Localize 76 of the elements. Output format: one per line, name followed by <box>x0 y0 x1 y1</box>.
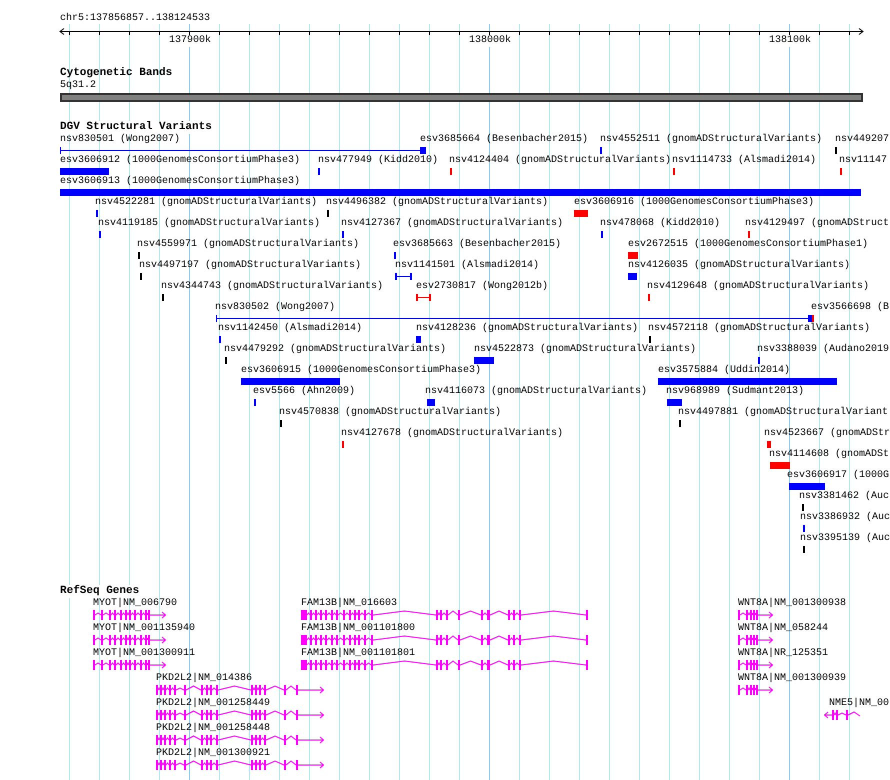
variant-label: esv2672515 (1000GenomesConsortiumPhase1) <box>628 239 868 251</box>
variant-label: nsv1142450 (Alsmadi2014) <box>218 323 362 335</box>
variant-label: esv5566 (Ahn2009) <box>253 386 356 398</box>
variant-label: nsv4572118 (gnomADStructuralVariants) <box>648 323 870 335</box>
gene-label: PKD2L2|NM_001258448 <box>156 723 270 735</box>
variant-label: esv3606917 (1000G <box>787 470 890 482</box>
ruler-tick-label: 138100k <box>769 35 811 47</box>
variant-label: nsv830501 (Wong2007) <box>60 134 180 146</box>
variant-label: nsv4479292 (gnomADStructuralVariants) <box>224 344 446 356</box>
variant-label: nsv4559971 (gnomADStructuralVariants) <box>137 239 360 251</box>
band-label: 5q31.2 <box>60 80 96 92</box>
variant-label: esv3685664 (Besenbacher2015) <box>420 134 588 146</box>
variant-label: esv3606915 (1000GenomesConsortiumPhase3) <box>241 365 482 377</box>
variant-label: nsv4552511 (gnomADStructuralVariants) <box>600 134 822 146</box>
variant-label: nsv830502 (Wong2007) <box>215 302 336 314</box>
variant-label: esv2730817 (Wong2012b) <box>416 281 548 293</box>
variant-label: nsv4126035 (gnomADStructuralVariants) <box>628 260 850 272</box>
gene-label: WNT8A|NM_001300938 <box>738 598 846 610</box>
location-label: chr5:137856857..138124533 <box>60 13 210 25</box>
gene-label: PKD2L2|NM_001258449 <box>156 698 270 710</box>
variant-label: nsv4344743 (gnomADStructuralVariants) <box>161 281 384 293</box>
gene-label: FAM13B|NM_001101801 <box>301 648 416 660</box>
variant-label: nsv1141501 (Alsmadi2014) <box>395 260 540 272</box>
variant-label: nsv4127367 (gnomADStructuralVariants) <box>341 218 564 230</box>
variant-label: nsv477949 (Kidd2010) <box>318 155 438 167</box>
ruler-tick-label: 138000k <box>469 35 511 47</box>
track-title: Cytogenetic Bands <box>60 67 172 80</box>
variant-label: nsv4497197 (gnomADStructuralVariants) <box>139 260 362 272</box>
gene-label: WNT8A|NM_058244 <box>738 623 828 635</box>
gene-label: PKD2L2|NM_001300921 <box>156 748 270 760</box>
variant-label: esv3685663 (Besenbacher2015) <box>393 239 562 251</box>
variant-label: nsv1114733 (Alsmadi2014) <box>672 155 816 167</box>
gene-model-drawing <box>738 685 773 695</box>
variant-label: nsv3395139 (Auc <box>800 533 890 545</box>
gene-label: FAM13B|NM_016603 <box>301 598 398 610</box>
variant-label: nsv4129497 (gnomADStruct <box>745 218 890 230</box>
variant-label: esv3606913 (1000GenomesConsortiumPhase3) <box>60 176 300 188</box>
variant-label: nsv3386932 (Auc <box>800 512 890 524</box>
variant-label: nsv4114608 (gnomADSt <box>769 449 890 461</box>
gene-label: PKD2L2|NM_014386 <box>156 673 252 685</box>
gene-label: NME5|NM_00 <box>829 698 890 710</box>
variant-label: nsv11147 <box>839 155 888 167</box>
variant-label: esv3606916 (1000GenomesConsortiumPhase3) <box>574 197 814 209</box>
variant-label: nsv4127678 (gnomADStructuralVariants) <box>341 428 564 440</box>
variant-label: nsv478068 (Kidd2010) <box>600 218 720 230</box>
variant-label: nsv4522281 (gnomADStructuralVariants) <box>95 197 318 209</box>
variant-label: nsv968989 (Sudmant2013) <box>666 386 804 398</box>
variant-label: nsv4497881 (gnomADStructuralVariant <box>678 407 888 419</box>
ruler-tick-label: 137900k <box>169 35 211 47</box>
gene-model-drawing <box>824 710 861 720</box>
gene-model-drawing <box>738 635 773 645</box>
variant-label: nsv4128236 (gnomADStructuralVariants) <box>416 323 638 335</box>
variant-label: nsv4116073 (gnomADStructuralVariants) <box>425 386 648 398</box>
gene-label: MYOT|NM_006790 <box>93 598 178 610</box>
variant-label: esv3575884 (Uddin2014) <box>658 365 790 377</box>
gene-model-drawing <box>738 610 773 620</box>
gene-label: WNT8A|NM_001300939 <box>738 673 846 685</box>
variant-label: nsv4496382 (gnomADStructuralVariants) <box>326 197 548 209</box>
variant-label: nsv4119185 (gnomADStructuralVariants) <box>98 218 320 230</box>
track-title: DGV Structural Variants <box>60 121 212 134</box>
variant-label: nsv3381462 (Auc <box>799 491 890 503</box>
variant-label: nsv4129648 (gnomADStructuralVariants) <box>647 281 870 293</box>
variant-label: nsv4522873 (gnomADStructuralVariants) <box>474 344 696 356</box>
track-title: RefSeq Genes <box>60 585 140 598</box>
gene-label: MYOT|NM_001300911 <box>93 648 196 660</box>
variant-label: esv3606912 (1000GenomesConsortiumPhase3) <box>60 155 300 167</box>
variant-label: esv3566698 (B <box>811 302 890 314</box>
variant-label: nsv4570838 (gnomADStructuralVariants) <box>279 407 502 419</box>
gene-label: FAM13B|NM_001101800 <box>301 623 416 635</box>
variant-label: nsv4523667 (gnomADStr <box>764 428 890 440</box>
gene-label: MYOT|NM_001135940 <box>93 623 196 635</box>
variant-label: nsv3388039 (Audano2019 <box>757 344 890 356</box>
variant-label: nsv449207 <box>835 134 890 146</box>
gene-model-drawing <box>738 660 773 670</box>
variant-label: nsv4124404 (gnomADStructuralVariants) <box>449 155 672 167</box>
gene-label: WNT8A|NR_125351 <box>738 648 828 660</box>
